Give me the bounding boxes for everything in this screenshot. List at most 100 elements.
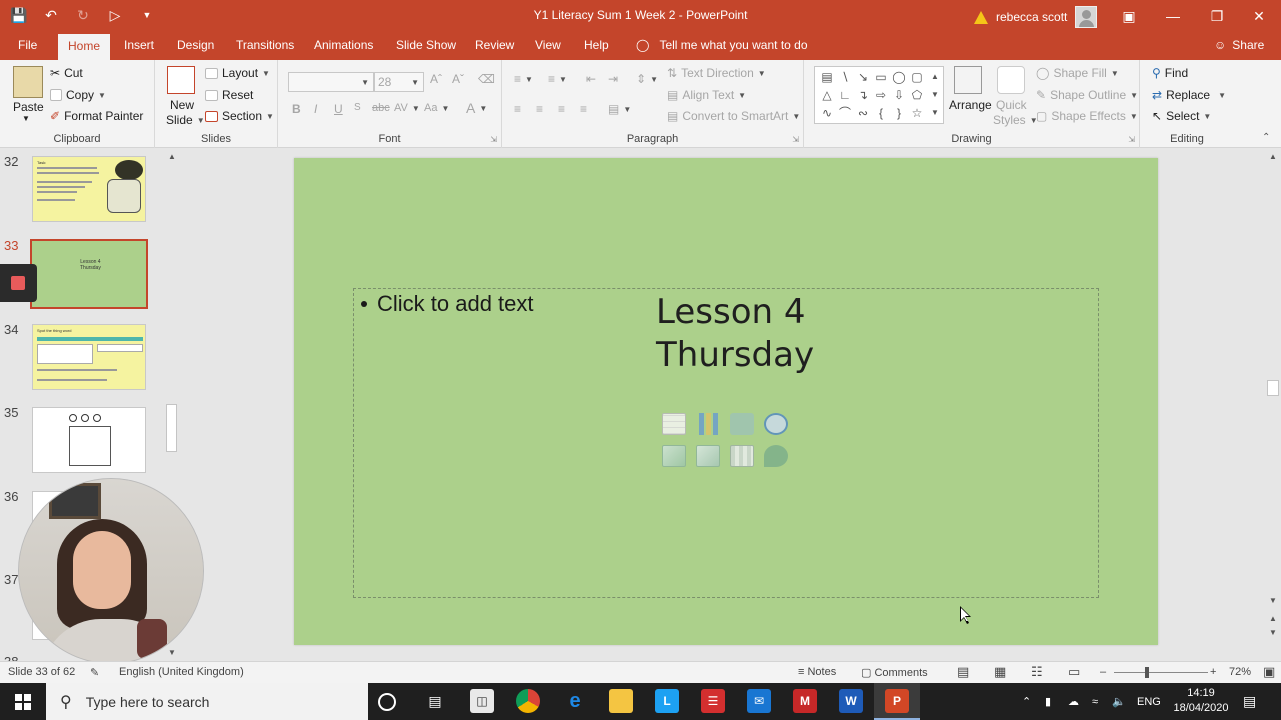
warning-icon[interactable] [974,10,988,24]
chevron-down-icon[interactable]: ▼ [412,104,420,113]
right-arrow-shape-icon[interactable]: ⇨ [873,87,889,103]
line-shape-icon[interactable]: ∖ [837,69,853,85]
cut-button[interactable]: ✂ Cut [50,66,83,80]
chevron-down-icon[interactable]: ▼ [479,104,487,113]
file-explorer-icon[interactable] [609,689,633,713]
slide-thumbnail-selected[interactable]: Lesson 4 Thursday [30,239,148,309]
tab-review[interactable]: Review [475,38,514,52]
arrow-line-shape-icon[interactable]: ↘ [855,69,871,85]
share-label[interactable]: Share [1232,38,1264,52]
bullets-icon[interactable]: ≡ ▼ [514,72,533,86]
insert-table-icon[interactable] [660,410,688,438]
shape-fill-label[interactable]: Shape Fill [1053,66,1106,80]
lexia-icon[interactable]: L [655,689,679,713]
align-text-label[interactable]: Align Text [682,88,734,102]
tab-animations[interactable]: Animations [314,38,373,52]
cut-label[interactable]: Cut [64,66,83,80]
font-color-label[interactable]: A [466,100,475,116]
zoom-slider-knob[interactable] [1145,667,1149,678]
share-button[interactable]: ☺ Share [1214,38,1264,52]
elbow-connector-icon[interactable]: ∟ [837,87,853,103]
onedrive-icon[interactable]: ☁ [1068,683,1079,720]
font-size-value[interactable]: 28 [378,75,391,89]
volume-icon[interactable]: 🔈 [1112,683,1126,720]
restore-icon[interactable]: ❐ [1195,0,1239,32]
slide-thumbnail[interactable]: Task: [32,156,146,222]
zoom-out-icon[interactable]: – [1100,666,1106,678]
spelling-icon[interactable]: ✎ [90,666,99,679]
show-hidden-icons-icon[interactable]: ⌃ [1022,683,1031,720]
freeform-shape-icon[interactable]: ∿ [819,105,835,121]
shapes-gallery[interactable]: ▤ ∖ ↘ ▭ ◯ ▢ ▲ △ ∟ ↴ ⇨ ⇩ ⬠ ▼ ∿ ⌒ ∾ { } ☆ … [814,66,944,124]
font-family-combo[interactable]: ▼ [288,72,374,92]
scrollbar-thumb[interactable] [166,404,177,452]
more-shapes-icon[interactable]: ▼ [927,105,943,121]
reset-label[interactable]: Reset [222,88,253,102]
quick-styles-label-1[interactable]: Quick [996,98,1027,112]
find-label[interactable]: Find [1165,66,1188,80]
convert-smartart-label[interactable]: Convert to SmartArt [682,109,788,123]
tab-help[interactable]: Help [584,38,609,52]
scroll-up-arrow-icon[interactable]: ▲ [168,152,176,161]
align-text-button[interactable]: ▤ Align Text ▼ [667,88,746,102]
font-color-button[interactable]: A ▼ [466,100,487,116]
arc-shape-icon[interactable]: ⌒ [837,105,853,121]
replace-label[interactable]: Replace [1166,88,1210,102]
new-slide-icon[interactable] [167,66,195,94]
chevron-down-icon[interactable]: ▼ [266,112,274,121]
tab-design[interactable]: Design [177,38,214,52]
section-button[interactable]: Section ▼ [205,109,274,123]
rounded-rect-shape-icon[interactable]: ▢ [909,69,925,85]
start-button[interactable] [0,683,46,720]
powerpoint-icon[interactable]: P [885,689,909,713]
recording-stop-button[interactable] [0,264,37,302]
font-size-combo[interactable]: 28 ▼ [374,72,424,92]
insert-online-picture-icon[interactable] [694,442,722,470]
rectangle-shape-icon[interactable]: ▭ [873,69,889,85]
copy-button[interactable]: Copy ▼ [50,88,106,102]
insert-3d-model-icon[interactable] [762,410,790,438]
search-placeholder[interactable]: Type here to search [86,694,210,710]
bold-button[interactable]: B [292,102,301,116]
select-button[interactable]: ↖ Select ▼ [1152,109,1211,123]
convert-smartart-button[interactable]: ▤ Convert to SmartArt ▼ [667,109,800,123]
quick-styles-label-2[interactable]: Styles ▼ [993,113,1038,127]
slideshow-view-icon[interactable]: ▭ [1068,664,1080,680]
shape-effects-label[interactable]: Shape Effects [1051,109,1126,123]
tab-home[interactable]: Home [58,34,111,60]
brace-left-shape-icon[interactable]: { [873,105,889,121]
close-icon[interactable]: ✕ [1237,0,1281,32]
scroll-down-arrow-icon[interactable]: ▼ [1269,596,1277,605]
shadow-icon[interactable]: S [354,102,361,113]
decrease-indent-icon[interactable]: ⇤ [586,72,596,86]
input-language[interactable]: ENG [1137,683,1161,720]
taskbar-search[interactable]: ⚲ Type here to search [46,683,368,720]
align-center-icon[interactable]: ≡ [536,102,543,116]
avatar[interactable] [1075,6,1098,28]
tab-transitions[interactable]: Transitions [236,38,294,52]
paste-button[interactable]: Paste [13,100,44,114]
insert-picture-icon[interactable] [660,442,688,470]
arrange-icon[interactable] [954,66,982,94]
numbering-icon[interactable]: ≡ ▼ [548,72,567,86]
chevron-down-icon[interactable]: ▼ [262,69,270,78]
strikethrough-button[interactable]: abc [372,102,390,114]
zoom-slider[interactable] [1114,672,1208,673]
account-area[interactable]: rebecca scott [974,6,1098,28]
placeholder-text[interactable]: Click to add text [377,291,534,317]
notification-icon[interactable]: ▤ [1243,683,1256,720]
tab-view[interactable]: View [535,38,561,52]
reset-button[interactable]: Reset [205,88,253,102]
clear-formatting-icon[interactable]: ⌫ [478,72,495,86]
slide-title[interactable]: Lesson 4 Thursday [656,291,814,377]
arrange-button[interactable]: Arrange [949,98,992,112]
text-direction-label[interactable]: Text Direction [681,66,754,80]
line-spacing-icon[interactable]: ⇕ ▼ [636,72,658,86]
scroll-up-icon[interactable]: ▲ [927,69,943,85]
paragraph-dialog-launcher-icon[interactable]: ⇲ [792,135,799,144]
tab-file[interactable]: File [18,38,37,52]
title-line-1[interactable]: Lesson 4 [656,291,814,334]
chrome-icon[interactable] [516,689,540,713]
align-left-icon[interactable]: ≡ [514,102,521,116]
new-slide-label-1[interactable]: New [170,98,194,112]
